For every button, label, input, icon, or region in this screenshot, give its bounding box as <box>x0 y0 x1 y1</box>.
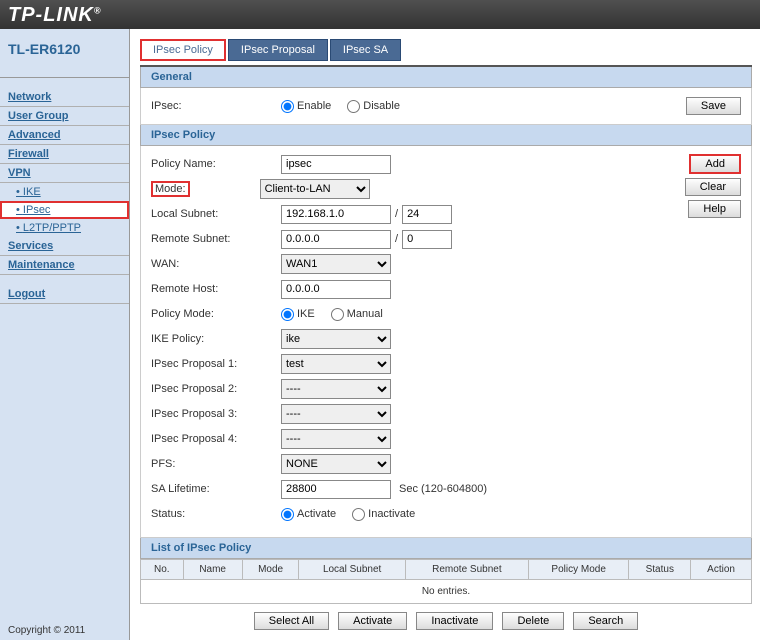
header: TP-LINK® <box>0 0 760 29</box>
label-prop2: IPsec Proposal 2: <box>151 383 281 395</box>
label-ipsec: IPsec: <box>151 100 281 112</box>
activate-button[interactable]: Activate <box>338 612 407 630</box>
inactivate-button[interactable]: Inactivate <box>416 612 493 630</box>
nav-usergroup[interactable]: User Group <box>0 107 129 126</box>
table-empty: No entries. <box>141 580 752 604</box>
main: IPsec Policy IPsec Proposal IPsec SA Gen… <box>130 29 760 640</box>
nav-ike[interactable]: • IKE <box>0 183 129 201</box>
th-no: No. <box>141 560 184 580</box>
clear-button[interactable]: Clear <box>685 178 741 196</box>
section-policy-head: IPsec Policy <box>140 125 752 146</box>
select-pfs[interactable]: NONE <box>281 454 391 474</box>
label-mode: Mode: <box>151 181 190 197</box>
label-prop1: IPsec Proposal 1: <box>151 358 281 370</box>
select-wan[interactable]: WAN1 <box>281 254 391 274</box>
nav-logout[interactable]: Logout <box>0 285 129 304</box>
select-all-button[interactable]: Select All <box>254 612 329 630</box>
input-policy-name[interactable] <box>281 155 391 174</box>
label-prop3: IPsec Proposal 3: <box>151 408 281 420</box>
label-local-subnet: Local Subnet: <box>151 208 281 220</box>
select-mode[interactable]: Client-to-LAN <box>260 179 370 199</box>
th-remote: Remote Subnet <box>405 560 528 580</box>
th-name: Name <box>183 560 242 580</box>
help-button[interactable]: Help <box>688 200 741 218</box>
input-remote-subnet[interactable] <box>281 230 391 249</box>
nav-l2tp[interactable]: • L2TP/PPTP <box>0 219 129 237</box>
radio-activate[interactable]: Activate <box>281 508 336 521</box>
select-ike-policy[interactable]: ike <box>281 329 391 349</box>
section-general-head: General <box>140 67 752 88</box>
tab-ipsec-policy[interactable]: IPsec Policy <box>140 39 226 61</box>
th-pmode: Policy Mode <box>528 560 629 580</box>
input-local-mask[interactable] <box>402 205 452 224</box>
th-status: Status <box>629 560 691 580</box>
input-local-subnet[interactable] <box>281 205 391 224</box>
th-local: Local Subnet <box>299 560 405 580</box>
add-button[interactable]: Add <box>689 154 741 174</box>
nav-vpn[interactable]: VPN <box>0 164 129 183</box>
tabs: IPsec Policy IPsec Proposal IPsec SA <box>140 39 752 61</box>
label-status: Status: <box>151 508 281 520</box>
policy-table: No. Name Mode Local Subnet Remote Subnet… <box>140 559 752 604</box>
select-prop2[interactable]: ---- <box>281 379 391 399</box>
input-remote-host[interactable] <box>281 280 391 299</box>
label-policy-mode: Policy Mode: <box>151 308 281 320</box>
radio-inactivate[interactable]: Inactivate <box>352 508 415 521</box>
nav-services[interactable]: Services <box>0 237 129 256</box>
label-ike-policy: IKE Policy: <box>151 333 281 345</box>
label-remote-host: Remote Host: <box>151 283 281 295</box>
radio-enable[interactable]: Enable <box>281 100 331 113</box>
th-action: Action <box>691 560 752 580</box>
radio-manual[interactable]: Manual <box>331 308 383 321</box>
label-prop4: IPsec Proposal 4: <box>151 433 281 445</box>
radio-disable[interactable]: Disable <box>347 100 400 113</box>
nav-advanced[interactable]: Advanced <box>0 126 129 145</box>
brand-logo: TP-LINK® <box>8 4 102 26</box>
tab-ipsec-proposal[interactable]: IPsec Proposal <box>228 39 328 61</box>
label-wan: WAN: <box>151 258 281 270</box>
select-prop4[interactable]: ---- <box>281 429 391 449</box>
select-prop3[interactable]: ---- <box>281 404 391 424</box>
sa-lifetime-hint: Sec (120-604800) <box>399 483 487 495</box>
model-name: TL-ER6120 <box>0 29 129 78</box>
nav-ipsec[interactable]: • IPsec <box>0 201 129 219</box>
select-prop1[interactable]: test <box>281 354 391 374</box>
nav-maintenance[interactable]: Maintenance <box>0 256 129 275</box>
search-button[interactable]: Search <box>573 612 638 630</box>
label-remote-subnet: Remote Subnet: <box>151 233 281 245</box>
label-sa-lifetime: SA Lifetime: <box>151 483 281 495</box>
delete-button[interactable]: Delete <box>502 612 564 630</box>
sidebar: TL-ER6120 Network User Group Advanced Fi… <box>0 29 130 640</box>
radio-ike[interactable]: IKE <box>281 308 315 321</box>
label-policy-name: Policy Name: <box>151 158 281 170</box>
th-mode: Mode <box>242 560 299 580</box>
section-list-head: List of IPsec Policy <box>140 538 752 559</box>
save-button[interactable]: Save <box>686 97 741 115</box>
tab-ipsec-sa[interactable]: IPsec SA <box>330 39 401 61</box>
input-sa-lifetime[interactable] <box>281 480 391 499</box>
nav: Network User Group Advanced Firewall VPN… <box>0 78 129 304</box>
nav-firewall[interactable]: Firewall <box>0 145 129 164</box>
label-pfs: PFS: <box>151 458 281 470</box>
copyright: Copyright © 2011 <box>8 625 85 636</box>
nav-network[interactable]: Network <box>0 88 129 107</box>
input-remote-mask[interactable] <box>402 230 452 249</box>
